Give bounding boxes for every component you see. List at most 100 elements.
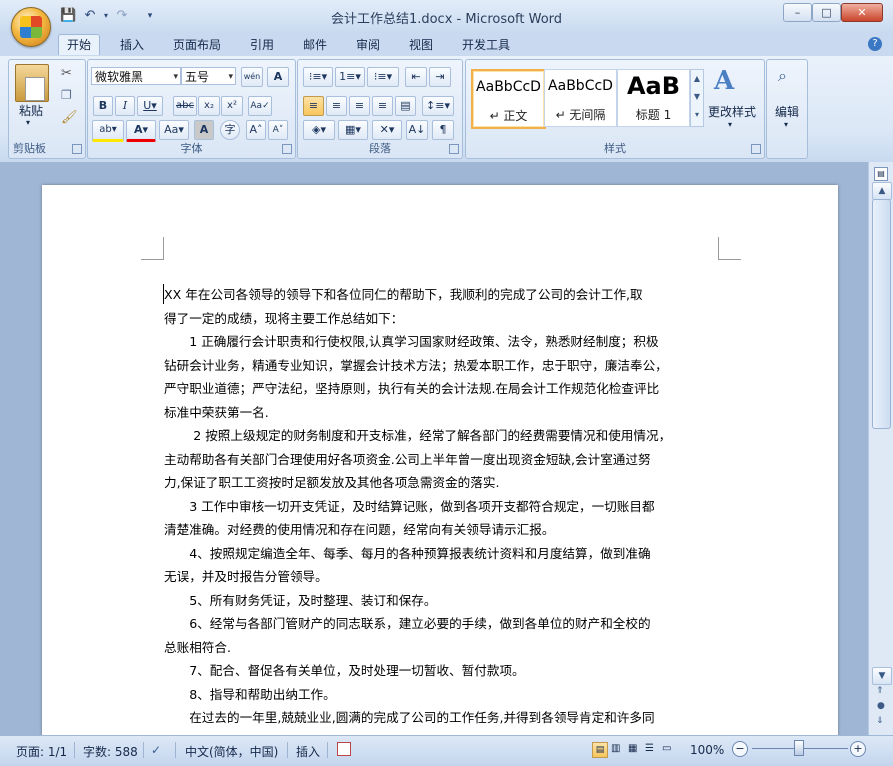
tab-developer[interactable]: 开发工具	[454, 35, 518, 55]
next-page-icon[interactable]: ⇓	[876, 716, 884, 726]
scroll-down-icon[interactable]: ▼	[872, 667, 892, 685]
change-case-icon[interactable]: Aa▾	[159, 120, 189, 140]
tab-references[interactable]: 引用	[242, 35, 282, 55]
align-center-icon[interactable]: ≡	[326, 96, 347, 116]
shading-icon[interactable]: ◈▾	[303, 120, 335, 140]
close-button[interactable]: ✕	[841, 3, 883, 22]
phonetic-guide-icon[interactable]: wén	[241, 67, 263, 87]
subscript-icon[interactable]: x₂	[198, 96, 220, 116]
style-no-spacing[interactable]: AaBbCcD ↵ 无间隔	[544, 69, 617, 127]
style-heading-1[interactable]: AaB 标题 1	[617, 69, 690, 127]
bold-icon[interactable]: B	[93, 96, 113, 116]
bullets-icon[interactable]: ⁝≡▾	[303, 67, 333, 87]
binoculars-icon[interactable]: ⌕	[778, 66, 787, 86]
document-line[interactable]: 在过去的一年里,兢兢业业,圆满的完成了公司的工作任务,并得到各领导肯定和许多同	[164, 706, 724, 730]
paste-icon[interactable]	[15, 64, 49, 102]
zoom-in-icon[interactable]: +	[850, 741, 866, 757]
text-highlight-icon[interactable]: ab▾	[92, 120, 124, 142]
tab-home[interactable]: 开始	[58, 34, 101, 55]
clear-formatting-icon[interactable]: Aa✓	[248, 96, 272, 116]
maximize-button[interactable]: □	[812, 3, 841, 22]
ruler-toggle-icon[interactable]: ▤	[874, 167, 888, 181]
document-line[interactable]: 力,保证了职工工资按时足额发放及其他各项急需资金的落实.	[164, 471, 724, 495]
sort-icon[interactable]: A↓	[406, 120, 428, 140]
distributed-icon[interactable]: ▤	[395, 96, 416, 116]
office-button[interactable]	[11, 7, 51, 47]
draft-icon[interactable]: ▭	[662, 743, 671, 754]
minimize-button[interactable]: –	[783, 3, 812, 22]
font-launcher-icon[interactable]	[282, 144, 292, 154]
tab-review[interactable]: 审阅	[348, 35, 388, 55]
macro-record-icon[interactable]	[337, 742, 351, 756]
justify-icon[interactable]: ≡	[372, 96, 393, 116]
document-line[interactable]: 标准中荣获第一名.	[164, 401, 724, 425]
tab-mailings[interactable]: 邮件	[295, 35, 335, 55]
language-indicator[interactable]: 中文(简体，中国)	[185, 743, 278, 760]
document-line[interactable]: 得了一定的成绩，现将主要工作总结如下：	[164, 307, 724, 331]
tab-insert[interactable]: 插入	[112, 35, 152, 55]
numbering-icon[interactable]: 1≡▾	[335, 67, 365, 87]
document-line[interactable]: 无误，并及时报告分管领导。	[164, 565, 724, 589]
decrease-indent-icon[interactable]: ⇤	[405, 67, 427, 87]
undo-dropdown-icon[interactable]: ▾	[98, 8, 114, 24]
document-line[interactable]: 1 正确履行会计职责和行使权限,认真学习国家财经政策、法令，熟悉财经制度；积极	[164, 330, 724, 354]
font-size-combo[interactable]: 五号 ▾	[181, 67, 236, 85]
document-page[interactable]: XX 年在公司各领导的领导下和各位同仁的帮助下，我顺利的完成了公司的会计工作,取…	[42, 185, 838, 745]
document-line[interactable]: 4、按照规定编造全年、每季、每月的各种预算报表统计资料和月度结算，做到准确	[164, 542, 724, 566]
align-left-icon[interactable]: ≡	[303, 96, 324, 116]
document-line[interactable]: 6、经常与各部门管财产的同志联系，建立必要的手续，做到各单位的财产和全校的	[164, 612, 724, 636]
zoom-slider-thumb[interactable]	[794, 740, 804, 756]
document-line[interactable]: 总账相符合.	[164, 636, 724, 660]
chinese-layout-icon[interactable]: ✕▾	[372, 120, 402, 140]
document-line[interactable]: 7、配合、督促各有关单位，及时处理一切暂收、暂付款项。	[164, 659, 724, 683]
document-line[interactable]: 严守职业道德；严守法纪，坚持原则，执行有关的会计法规.在局会计工作规范化检查评比	[164, 377, 724, 401]
print-layout-icon[interactable]: ▤	[592, 742, 608, 758]
change-styles-button[interactable]: 更改样式	[704, 103, 760, 120]
editing-button[interactable]: 编辑	[767, 103, 807, 120]
scroll-thumb[interactable]	[872, 199, 891, 429]
web-layout-icon[interactable]: ▦	[628, 743, 637, 754]
format-painter-icon[interactable]: 🖌	[61, 110, 78, 125]
customize-qat-icon[interactable]: ▾	[142, 8, 158, 24]
select-browse-object-icon[interactable]: ●	[877, 701, 885, 711]
outline-icon[interactable]: ☰	[645, 743, 654, 754]
copy-icon[interactable]: ❐	[61, 88, 72, 102]
borders-icon[interactable]: ▦▾	[338, 120, 368, 140]
styles-scroll[interactable]: ▲ ▼ ▾	[690, 69, 704, 127]
superscript-icon[interactable]: x²	[221, 96, 243, 116]
tab-page-layout[interactable]: 页面布局	[165, 35, 229, 55]
shrink-font-icon[interactable]: A˅	[268, 120, 288, 140]
document-line[interactable]: 5、所有财务凭证，及时整理、装订和保存。	[164, 589, 724, 613]
font-color-icon[interactable]: A▾	[126, 120, 156, 142]
document-line[interactable]: 8、指导和帮助出纳工作。	[164, 683, 724, 707]
zoom-out-icon[interactable]: −	[732, 741, 748, 757]
enclose-characters-icon[interactable]: 字	[220, 120, 240, 140]
save-icon[interactable]: 💾	[60, 8, 76, 24]
multilevel-list-icon[interactable]: ⁝≡▾	[367, 67, 399, 87]
document-line[interactable]: 3 工作中审核一切开支凭证，及时结算记账，做到各项开支都符合规定，一切账目都	[164, 495, 724, 519]
character-shading-icon[interactable]: A	[194, 120, 214, 140]
vertical-scrollbar[interactable]: ▤ ▲ ▼ ⇑ ● ⇓	[868, 162, 893, 735]
change-styles-icon[interactable]: A	[714, 66, 734, 96]
style-normal[interactable]: AaBbCcD ↵ 正文	[471, 69, 546, 129]
document-line[interactable]: XX 年在公司各领导的领导下和各位同仁的帮助下，我顺利的完成了公司的会计工作,取	[164, 283, 724, 307]
character-border-icon[interactable]: A	[267, 67, 289, 87]
paragraph-launcher-icon[interactable]	[449, 144, 459, 154]
strikethrough-icon[interactable]: abc	[173, 96, 197, 116]
proofing-icon[interactable]: ✓	[151, 743, 161, 757]
styles-launcher-icon[interactable]	[751, 144, 761, 154]
document-body[interactable]: XX 年在公司各领导的领导下和各位同仁的帮助下，我顺利的完成了公司的会计工作,取…	[164, 283, 724, 730]
document-line[interactable]: 主动帮助各有关部门合理使用好各项资金.公司上半年曾一度出现资金短缺,会计室通过努	[164, 448, 724, 472]
paste-dropdown-icon[interactable]: ▾	[26, 118, 30, 127]
help-icon[interactable]: ?	[868, 37, 882, 51]
align-right-icon[interactable]: ≡	[349, 96, 370, 116]
editing-dropdown-icon[interactable]: ▾	[784, 120, 788, 129]
page-count[interactable]: 页面: 1/1	[16, 743, 67, 760]
word-count[interactable]: 字数: 588	[83, 743, 138, 760]
document-line[interactable]: 2 按照上级规定的财务制度和开支标准，经常了解各部门的经费需要情况和使用情况，	[164, 424, 724, 448]
full-screen-reading-icon[interactable]: ▥	[611, 743, 620, 754]
line-spacing-icon[interactable]: ↕≡▾	[422, 96, 454, 116]
tab-view[interactable]: 视图	[401, 35, 441, 55]
show-marks-icon[interactable]: ¶	[432, 120, 454, 140]
clipboard-launcher-icon[interactable]	[72, 144, 82, 154]
